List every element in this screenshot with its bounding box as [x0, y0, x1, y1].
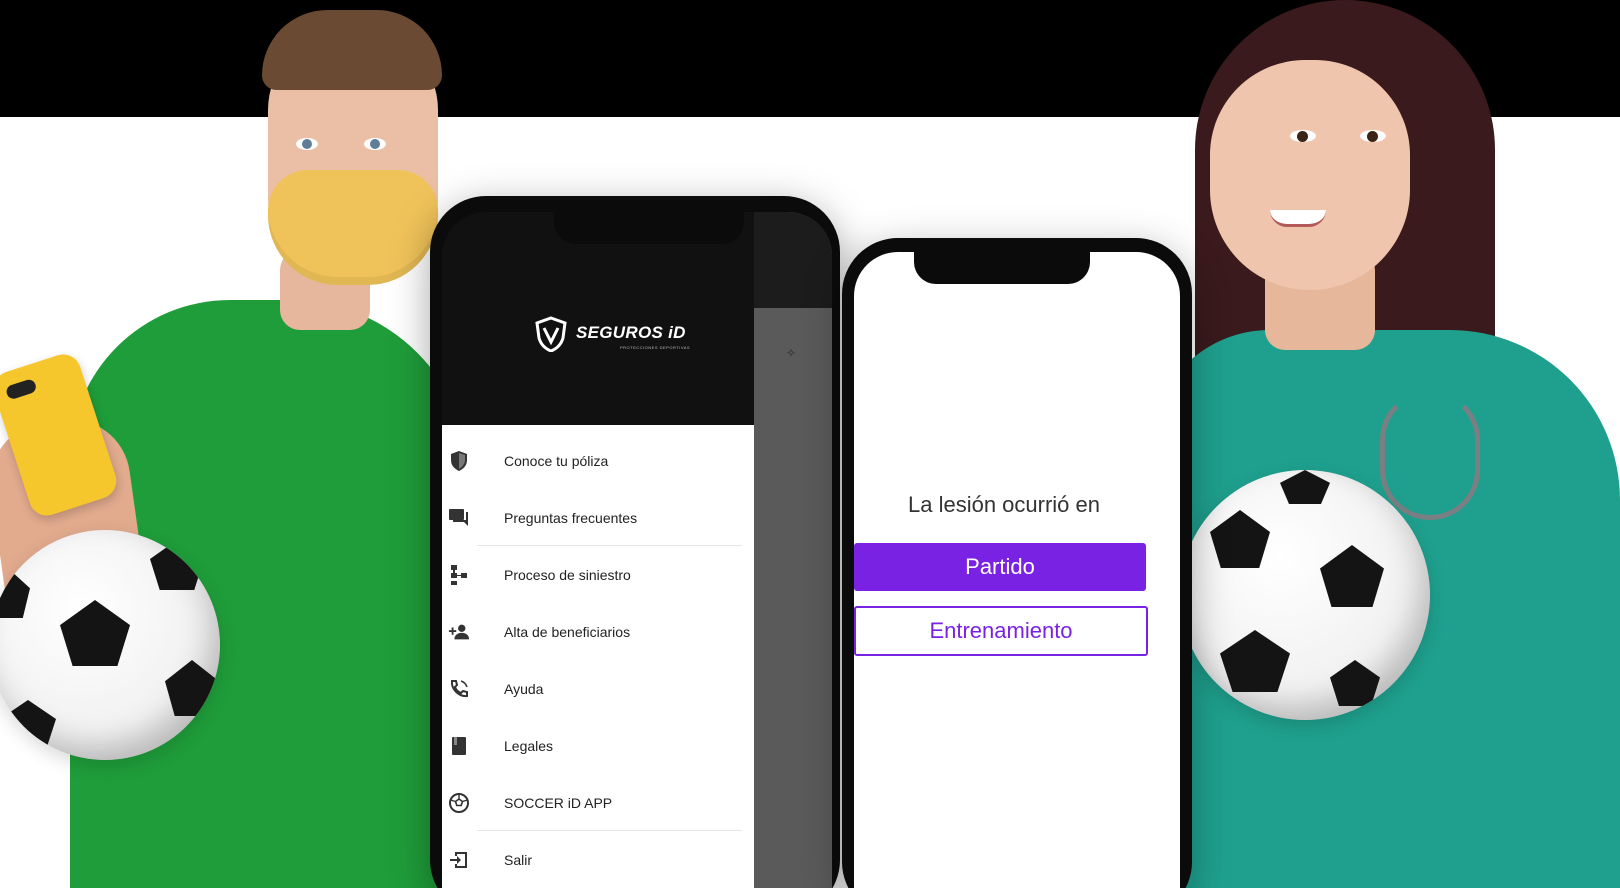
menu-item-soccer-id-app[interactable]: SOCCER iD APP	[442, 774, 754, 832]
stethoscope	[1380, 390, 1480, 520]
ball-patch	[1330, 660, 1380, 706]
menu-item-label: Proceso de siniestro	[504, 567, 631, 583]
menu-item-label: Conoce tu póliza	[504, 453, 609, 469]
phone-notch	[554, 212, 744, 244]
menu-item-ayuda[interactable]: Ayuda	[442, 660, 754, 718]
phone-camera	[4, 377, 38, 401]
process-icon	[448, 564, 470, 586]
phone-icon	[448, 678, 470, 700]
menu-item-label: Salir	[504, 852, 533, 868]
chat-icon	[448, 507, 470, 529]
menu-item-alta-de-beneficiarios[interactable]: Alta de beneficiarios	[442, 603, 754, 661]
question-screen: La lesión ocurrió en Partido Entrenamien…	[854, 252, 1180, 888]
partido-button[interactable]: Partido	[854, 543, 1146, 591]
drawer-overlay[interactable]	[754, 212, 832, 888]
question-title: La lesión ocurrió en	[907, 492, 1100, 517]
ball-patch	[165, 660, 219, 716]
seguros-id-logo: SEGUROS iD PROTECCIONES DEPORTIVAS	[534, 316, 690, 356]
menu-screen: SEGUROS iD PROTECCIONES DEPORTIVAS ✧ Con…	[442, 212, 832, 888]
phone-notch	[914, 252, 1090, 284]
person-right-photo	[1150, 0, 1620, 888]
menu-item-conoce-tu-poliza[interactable]: Conoce tu póliza	[442, 432, 754, 490]
smile	[1270, 210, 1326, 227]
phone-question-mockup: La lesión ocurrió en Partido Entrenamien…	[842, 238, 1192, 888]
ball-patch	[0, 700, 56, 750]
ball-patch	[1210, 510, 1270, 568]
menu-item-salir[interactable]: Salir	[442, 831, 754, 888]
face	[1210, 60, 1410, 290]
person-left-photo	[0, 0, 470, 888]
ball-patch	[1280, 470, 1330, 504]
drawer-overlay-top	[754, 212, 832, 308]
menu-item-label: SOCCER iD APP	[504, 795, 613, 811]
face-mask	[268, 170, 438, 285]
book-icon	[448, 735, 470, 757]
add-person-icon	[448, 621, 470, 643]
promo-scene: SEGUROS iD PROTECCIONES DEPORTIVAS ✧ Con…	[0, 0, 1620, 888]
shield-icon	[448, 450, 470, 472]
hair	[262, 10, 442, 90]
entrenamiento-button[interactable]: Entrenamiento	[854, 606, 1148, 656]
ball-patch	[60, 600, 130, 666]
menu-item-preguntas-frecuentes[interactable]: Preguntas frecuentes	[442, 489, 754, 547]
exit-icon	[448, 849, 470, 871]
menu-item-proceso-de-siniestro[interactable]: Proceso de siniestro	[442, 546, 754, 604]
left-eye	[1290, 130, 1316, 142]
chevron-icon: ✧	[786, 346, 797, 360]
menu-item-label: Preguntas frecuentes	[504, 510, 638, 526]
side-menu: Conoce tu póliza Preguntas frecuentes Pr…	[442, 425, 754, 888]
ball-patch	[1320, 545, 1384, 607]
phone-menu-mockup: SEGUROS iD PROTECCIONES DEPORTIVAS ✧ Con…	[430, 196, 840, 888]
soccer-ball-left	[0, 530, 220, 760]
shield-logo-icon	[535, 316, 567, 352]
left-eye	[296, 138, 318, 150]
menu-item-legales[interactable]: Legales	[442, 717, 754, 775]
logo-tagline: PROTECCIONES DEPORTIVAS	[620, 345, 691, 350]
soccer-ball-right	[1180, 470, 1430, 720]
soccer-ball-icon	[448, 792, 470, 814]
menu-item-label: Alta de beneficiarios	[504, 624, 631, 640]
right-eye	[364, 138, 386, 150]
right-eye	[1360, 130, 1386, 142]
ball-patch	[0, 570, 30, 618]
ball-patch	[1220, 630, 1290, 692]
menu-item-label: Legales	[504, 738, 554, 754]
menu-item-label: Ayuda	[504, 681, 544, 697]
logo-text: SEGUROS iD	[576, 323, 686, 342]
